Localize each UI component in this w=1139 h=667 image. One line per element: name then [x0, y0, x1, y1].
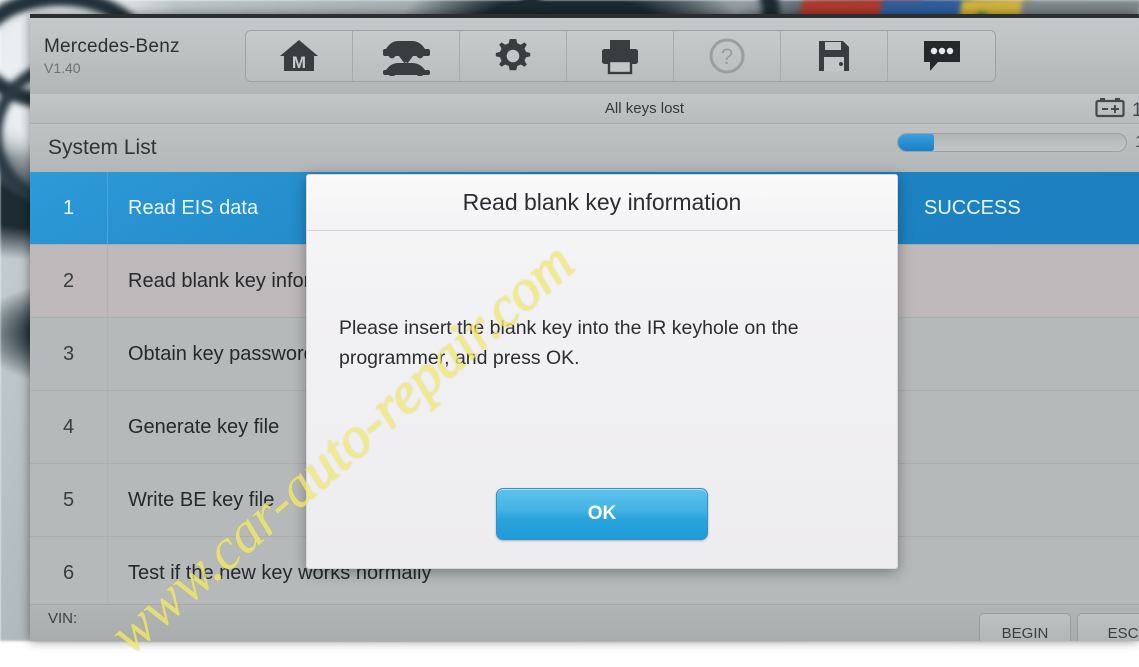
row-status: SUCCESS — [924, 197, 1139, 220]
progress-fill — [898, 134, 934, 151]
printer-icon — [598, 36, 642, 76]
battery-voltage: 12.0 — [1132, 100, 1139, 122]
dialog-title: Read blank key information — [307, 175, 897, 231]
bottom-bar: VIN: BEGINESC — [30, 604, 1139, 641]
save-icon — [815, 37, 853, 75]
system-list-header: System List 16% — [30, 124, 1139, 172]
progress-track — [897, 133, 1127, 152]
toolbar-settings-button[interactable] — [460, 31, 567, 81]
brand-block: Mercedes-Benz V1.40 — [30, 36, 245, 76]
progress-label: 16% — [1135, 132, 1139, 152]
progress-indicator: 16% — [897, 132, 1139, 152]
chat-icon — [921, 37, 963, 75]
app-version: V1.40 — [44, 60, 245, 76]
status-title: All keys lost — [30, 100, 1139, 117]
status-bar: All keys lost 12.0 — [30, 94, 1139, 124]
row-index: 4 — [30, 391, 108, 464]
app-title: Mercedes-Benz — [44, 36, 245, 58]
dialog-footer: OK — [307, 488, 897, 540]
toolbar-print-button[interactable] — [567, 31, 674, 81]
battery-indicator: 12.0 — [1095, 98, 1139, 123]
vehicle-swap-icon — [380, 36, 432, 76]
toolbar-home-button[interactable]: M — [246, 31, 353, 81]
row-index: 2 — [30, 245, 108, 318]
read-blank-key-dialog: Read blank key information Please insert… — [306, 174, 898, 569]
dialog-ok-button[interactable]: OK — [496, 488, 708, 540]
svg-text:M: M — [292, 53, 306, 72]
bottom-button-begin[interactable]: BEGIN — [979, 613, 1071, 641]
bottom-button-esc[interactable]: ESC — [1077, 613, 1139, 641]
app-header: Mercedes-Benz V1.40 M — [30, 18, 1139, 94]
row-index: 5 — [30, 464, 108, 537]
tablet-screen: Mercedes-Benz V1.40 M — [30, 14, 1139, 641]
bottom-button-group: BEGINESC — [979, 613, 1139, 641]
gear-icon — [493, 36, 533, 76]
vin-block: VIN: — [30, 609, 77, 628]
row-index: 6 — [30, 537, 108, 610]
vin-label: VIN: — [48, 609, 77, 628]
toolbar-feedback-button[interactable] — [888, 31, 995, 81]
row-index: 1 — [30, 172, 108, 245]
toolbar-save-button[interactable] — [781, 31, 888, 81]
toolbar-help-button[interactable]: ? — [674, 31, 781, 81]
battery-icon — [1095, 98, 1125, 123]
svg-text:?: ? — [721, 44, 733, 69]
toolbar: M — [245, 30, 996, 82]
toolbar-vehicle-swap-button[interactable] — [353, 31, 460, 81]
row-index: 3 — [30, 318, 108, 391]
home-icon: M — [277, 37, 321, 75]
help-icon: ? — [707, 36, 747, 76]
dialog-message: Please insert the blank key into the IR … — [307, 231, 897, 373]
page-title: System List — [30, 136, 157, 160]
